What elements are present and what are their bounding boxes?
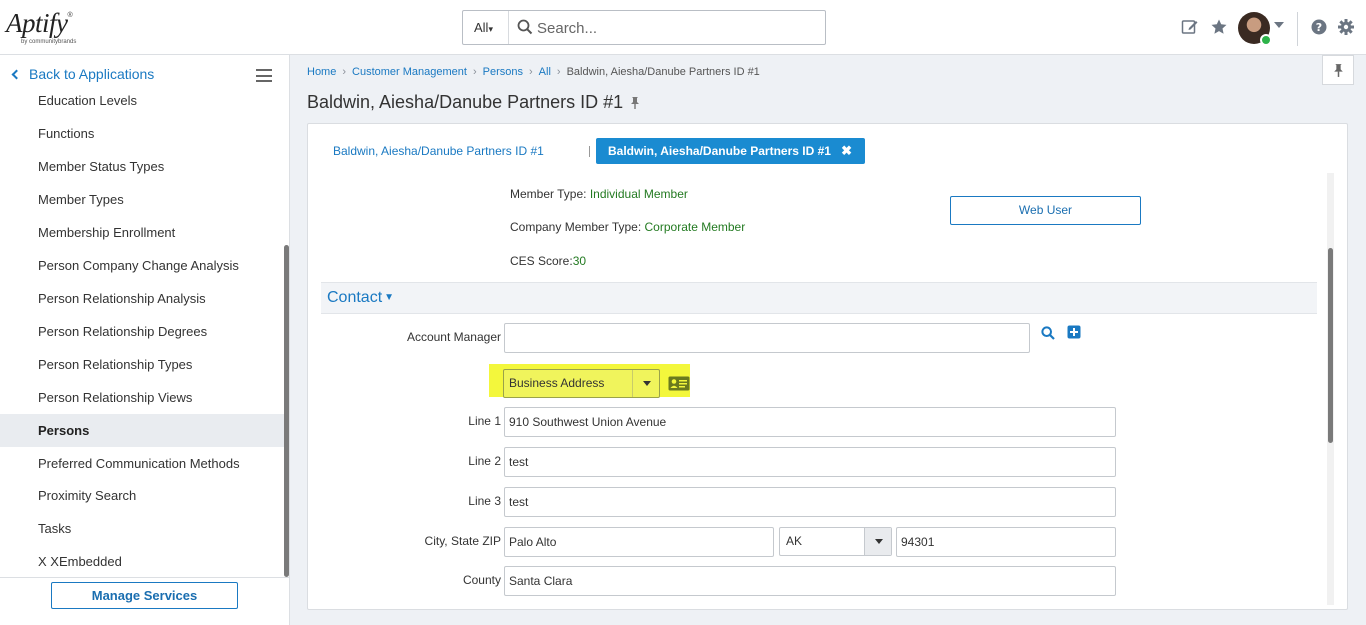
search-scope-label: All [474,20,489,35]
account-manager-input[interactable] [504,323,1030,353]
chevron-right-icon: › [342,66,347,78]
sidebar-item-tasks[interactable]: Tasks [0,512,284,545]
aptify-logo[interactable]: Aptify® by communitybrands [6,8,86,50]
line3-input[interactable]: test [504,487,1116,517]
menu-hamburger-icon[interactable] [256,69,272,82]
sidebar-item-member-types[interactable]: Member Types [0,183,284,216]
sidebar-item-persons[interactable]: Persons [0,414,284,447]
settings-gear-icon[interactable] [1337,18,1355,36]
address-card-icon[interactable] [668,376,690,391]
breadcrumb-customer-management[interactable]: Customer Management [352,66,467,78]
back-label: Back to Applications [29,66,155,82]
line2-input[interactable]: test [504,447,1116,477]
line1-label: Line 1 [468,414,501,428]
state-dropdown[interactable]: AK [779,527,892,556]
company-member-type-value: Corporate Member [644,220,746,234]
caret-down-icon: ▼ [384,292,395,303]
search-icon [517,19,533,35]
sidebar-item-person-company-change-analysis[interactable]: Person Company Change Analysis [0,249,284,282]
manage-services-button[interactable]: Manage Services [51,582,238,609]
sidebar-item-person-relationship-analysis[interactable]: Person Relationship Analysis [0,282,284,315]
close-tab-icon[interactable]: ✖ [841,138,852,164]
sidebar: Back to Applications Education Levels Fu… [0,55,290,625]
line2-label: Line 2 [468,454,501,468]
sidebar-item-person-relationship-views[interactable]: Person Relationship Views [0,381,284,414]
sidebar-scrollbar[interactable] [284,245,289,577]
svg-text:?: ? [1316,21,1322,34]
web-user-button[interactable]: Web User [950,196,1141,225]
tab-active-label: Baldwin, Aiesha/Danube Partners ID #1 [608,144,831,158]
online-status-icon [1260,34,1272,46]
dropdown-caret-icon [632,370,659,397]
account-manager-label: Account Manager [406,330,501,344]
edit-icon[interactable] [1181,18,1199,36]
chevron-left-icon [11,69,22,80]
pin-icon[interactable] [629,96,641,110]
sidebar-item-member-status-types[interactable]: Member Status Types [0,150,284,183]
pin-icon [1334,64,1343,77]
address-type-dropdown[interactable]: Business Address [503,369,660,398]
state-value: AK [786,534,803,548]
tab-record-list[interactable]: Baldwin, Aiesha/Danube Partners ID #1 [333,144,544,158]
tab-record-active[interactable]: Baldwin, Aiesha/Danube Partners ID #1 ✖ [596,138,865,164]
chevron-right-icon: › [556,66,561,78]
user-menu-caret-icon[interactable] [1274,22,1284,28]
global-search: All▾ [462,10,826,45]
county-label: County [462,573,501,587]
sidebar-item-education-levels[interactable]: Education Levels [0,90,284,117]
breadcrumb-home[interactable]: Home [307,66,336,78]
sidebar-item-preferred-communication-methods[interactable]: Preferred Communication Methods [0,447,284,480]
contact-section-title[interactable]: Contact ▼ [327,289,394,307]
sidebar-item-proximity-search[interactable]: Proximity Search [0,479,284,512]
caret-down-icon: ▾ [488,24,493,34]
pin-panel-button[interactable] [1322,55,1354,85]
contact-section-header[interactable]: Contact ▼ [321,282,1317,314]
address-type-value: Business Address [509,376,605,390]
member-type-label: Member Type: [510,187,587,201]
breadcrumb-persons[interactable]: Persons [483,66,523,78]
back-to-applications-link[interactable]: Back to Applications [10,66,154,82]
city-input[interactable]: Palo Alto [504,527,774,557]
sidebar-item-person-relationship-degrees[interactable]: Person Relationship Degrees [0,315,284,348]
zip-input[interactable]: 94301 [896,527,1116,557]
star-icon[interactable] [1210,18,1228,36]
logo-text: Aptify [6,8,68,38]
search-icon[interactable] [1041,326,1055,340]
top-bar: Aptify® by communitybrands All▾ ? [0,0,1366,55]
main-scrollbar-thumb[interactable] [1328,248,1333,443]
breadcrumb: Home › Customer Management › Persons › All › Bal… [307,66,760,78]
line1-input[interactable]: 910 Southwest Union Avenue [504,407,1116,437]
breadcrumb-current: Baldwin, Aiesha/Danube Partners ID #1 [566,66,760,78]
help-icon[interactable]: ? [1310,18,1328,36]
sidebar-item-functions[interactable]: Functions [0,117,284,150]
ces-score-value: 30 [572,254,587,268]
company-member-type-row: Company Member Type: Corporate Member [510,220,745,234]
logo-subtitle: by communitybrands [21,39,77,45]
search-input[interactable] [537,16,817,40]
sidebar-item-x-xembedded[interactable]: X XEmbedded [0,545,284,577]
sidebar-item-membership-enrollment[interactable]: Membership Enrollment [0,216,284,249]
company-member-type-label: Company Member Type: [510,220,642,234]
line3-label: Line 3 [468,494,501,508]
city-state-zip-label: City, State ZIP [424,534,501,548]
sidebar-nav-list: Education Levels Functions Member Status… [0,90,284,577]
user-avatar[interactable] [1238,12,1272,46]
sidebar-item-person-relationship-types[interactable]: Person Relationship Types [0,348,284,381]
page-title: Baldwin, Aiesha/Danube Partners ID #1 [307,92,624,112]
member-type-value: Individual Member [589,187,688,201]
search-scope-dropdown[interactable]: All▾ [463,11,509,44]
add-plus-icon[interactable] [1067,325,1081,339]
main-scrollbar[interactable] [1327,173,1334,605]
county-input[interactable]: Santa Clara [504,566,1116,596]
dropdown-caret-icon [864,528,891,555]
chevron-right-icon: › [472,66,477,78]
ces-score-label: CES Score: [510,254,573,268]
ces-score-row: CES Score:30 [510,254,586,268]
breadcrumb-all[interactable]: All [539,66,551,78]
member-type-row: Member Type: Individual Member [510,187,688,201]
chevron-right-icon: › [529,66,533,78]
sidebar-footer: Manage Services [0,577,289,625]
